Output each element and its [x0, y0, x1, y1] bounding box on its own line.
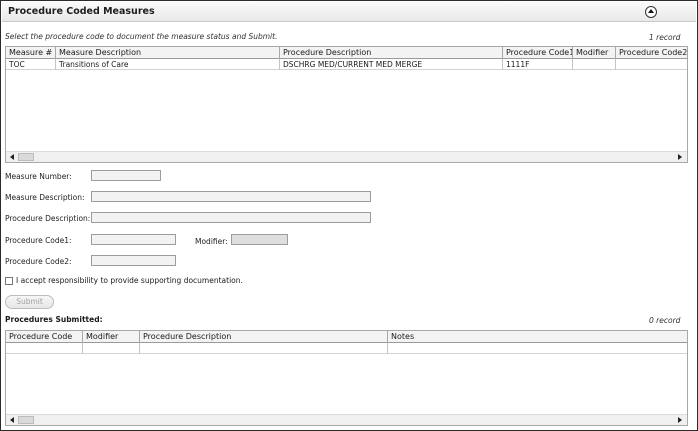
- column-header-procedure-description[interactable]: Procedure Description: [140, 331, 388, 343]
- cell-procedure-code2[interactable]: [616, 59, 687, 70]
- modifier-field[interactable]: [231, 234, 288, 245]
- table-row-empty: [6, 343, 687, 354]
- column-header-measure-description[interactable]: Measure Description: [56, 47, 280, 59]
- measures-record-count: 1 record: [649, 33, 681, 42]
- submit-button[interactable]: Submit: [5, 295, 54, 309]
- modifier-label: Modifier:: [195, 237, 228, 246]
- accept-responsibility-checkbox[interactable]: [5, 277, 13, 285]
- column-header-modifier[interactable]: Modifier: [573, 47, 616, 59]
- panel-header: Procedure Coded Measures: [2, 2, 696, 22]
- scroll-thumb[interactable]: [18, 416, 34, 424]
- procedure-code1-field[interactable]: [91, 234, 176, 245]
- procedures-submitted-label: Procedures Submitted:: [5, 315, 103, 324]
- measures-table-header: Measure # Measure Description Procedure …: [6, 47, 687, 59]
- scroll-left-icon[interactable]: [10, 417, 14, 423]
- procedure-code2-field[interactable]: [91, 255, 176, 266]
- procedure-code2-label: Procedure Code2:: [5, 257, 72, 266]
- chevron-up-icon[interactable]: [645, 6, 657, 18]
- measure-description-field[interactable]: [91, 191, 371, 202]
- procedure-description-label: Procedure Description:: [5, 214, 91, 223]
- column-header-measure-number[interactable]: Measure #: [6, 47, 56, 59]
- submitted-table: Procedure Code Modifier Procedure Descri…: [5, 330, 688, 426]
- scroll-left-icon[interactable]: [10, 154, 14, 160]
- measure-number-label: Measure Number:: [5, 172, 72, 181]
- table-row[interactable]: TOC Transitions of Care DSCHRG MED/CURRE…: [6, 59, 687, 70]
- scroll-right-icon[interactable]: [678, 417, 682, 423]
- procedure-description-field[interactable]: [91, 212, 371, 223]
- cell-procedure-code1[interactable]: 1111F: [503, 59, 573, 70]
- empty-cell: [140, 343, 388, 354]
- column-header-notes[interactable]: Notes: [388, 331, 687, 343]
- empty-cell: [83, 343, 140, 354]
- submitted-horizontal-scrollbar[interactable]: [6, 414, 687, 425]
- empty-cell: [388, 343, 687, 354]
- window-frame: Procedure Coded Measures Select the proc…: [0, 0, 698, 431]
- scroll-right-icon[interactable]: [678, 154, 682, 160]
- measure-description-label: Measure Description:: [5, 193, 85, 202]
- cell-measure-number[interactable]: TOC: [6, 59, 56, 70]
- scroll-thumb[interactable]: [18, 153, 34, 161]
- measure-number-field[interactable]: [91, 170, 161, 181]
- submitted-table-header: Procedure Code Modifier Procedure Descri…: [6, 331, 687, 343]
- column-header-procedure-code2[interactable]: Procedure Code2: [616, 47, 687, 59]
- column-header-procedure-code1[interactable]: Procedure Code1: [503, 47, 573, 59]
- empty-cell: [6, 343, 83, 354]
- instruction-text: Select the procedure code to document th…: [5, 32, 278, 41]
- procedure-code1-label: Procedure Code1:: [5, 236, 72, 245]
- cell-measure-description[interactable]: Transitions of Care: [56, 59, 280, 70]
- column-header-modifier[interactable]: Modifier: [83, 331, 140, 343]
- panel-title: Procedure Coded Measures: [8, 6, 155, 17]
- column-header-procedure-code[interactable]: Procedure Code: [6, 331, 83, 343]
- measures-horizontal-scrollbar[interactable]: [6, 151, 687, 162]
- cell-procedure-description[interactable]: DSCHRG MED/CURRENT MED MERGE: [280, 59, 503, 70]
- measures-table: Measure # Measure Description Procedure …: [5, 46, 688, 163]
- accept-responsibility-label: I accept responsibility to provide suppo…: [16, 276, 243, 285]
- column-header-procedure-description[interactable]: Procedure Description: [280, 47, 503, 59]
- submitted-record-count: 0 record: [649, 316, 681, 325]
- cell-modifier[interactable]: [573, 59, 616, 70]
